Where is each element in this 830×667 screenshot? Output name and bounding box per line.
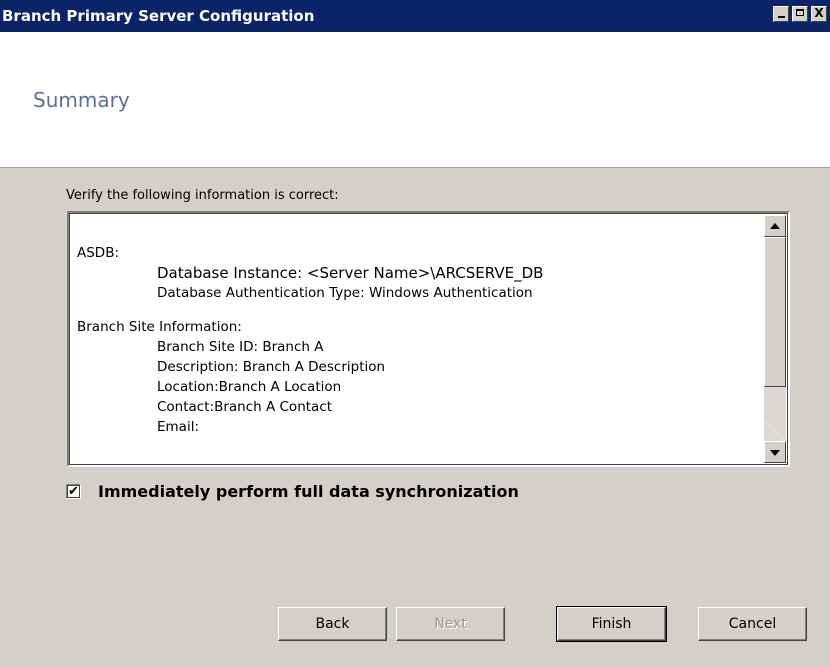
db-instance-line: Database Instance: <Server Name>\ARCSERV…: [157, 264, 544, 282]
page-title: Summary: [33, 88, 130, 112]
description-line: Description: Branch A Description: [157, 359, 386, 375]
maximize-button[interactable]: [792, 6, 808, 22]
verify-prompt: Verify the following information is corr…: [66, 188, 339, 203]
arrow-down-icon: [770, 450, 780, 456]
site-id-line: Branch Site ID: Branch A: [157, 339, 324, 355]
summary-content: ASDB: Database Instance: <Server Name>\A…: [77, 243, 758, 437]
title-bar: Branch Primary Server Configuration X: [0, 0, 830, 32]
close-icon: X: [814, 6, 824, 20]
arrow-up-icon: [770, 223, 780, 229]
sync-checkbox-label[interactable]: Immediately perform full data synchroniz…: [98, 482, 519, 501]
window-title: Branch Primary Server Configuration: [2, 7, 315, 25]
email-line: Email:: [157, 419, 200, 435]
header-panel: Summary: [0, 32, 830, 168]
finish-button[interactable]: Finish: [556, 606, 667, 642]
back-button[interactable]: Back: [278, 607, 387, 641]
db-auth-line: Database Authentication Type: Windows Au…: [157, 285, 533, 301]
sync-checkbox[interactable]: ✔: [66, 484, 81, 499]
branch-site-label: Branch Site Information:: [77, 319, 242, 335]
asdb-label: ASDB:: [77, 245, 120, 261]
vertical-scrollbar[interactable]: [764, 215, 786, 463]
close-button[interactable]: X: [811, 6, 827, 22]
maximize-icon: [796, 9, 804, 16]
minimize-button[interactable]: [773, 6, 789, 22]
location-line: Location:Branch A Location: [157, 379, 342, 395]
next-button[interactable]: Next: [396, 607, 505, 641]
scroll-down-button[interactable]: [764, 441, 786, 463]
scroll-thumb[interactable]: [764, 237, 786, 387]
minimize-icon: [777, 16, 785, 18]
scroll-up-button[interactable]: [764, 215, 786, 237]
cancel-button[interactable]: Cancel: [698, 607, 807, 641]
contact-line: Contact:Branch A Contact: [157, 399, 333, 415]
summary-textbox[interactable]: ASDB: Database Instance: <Server Name>\A…: [67, 211, 790, 467]
